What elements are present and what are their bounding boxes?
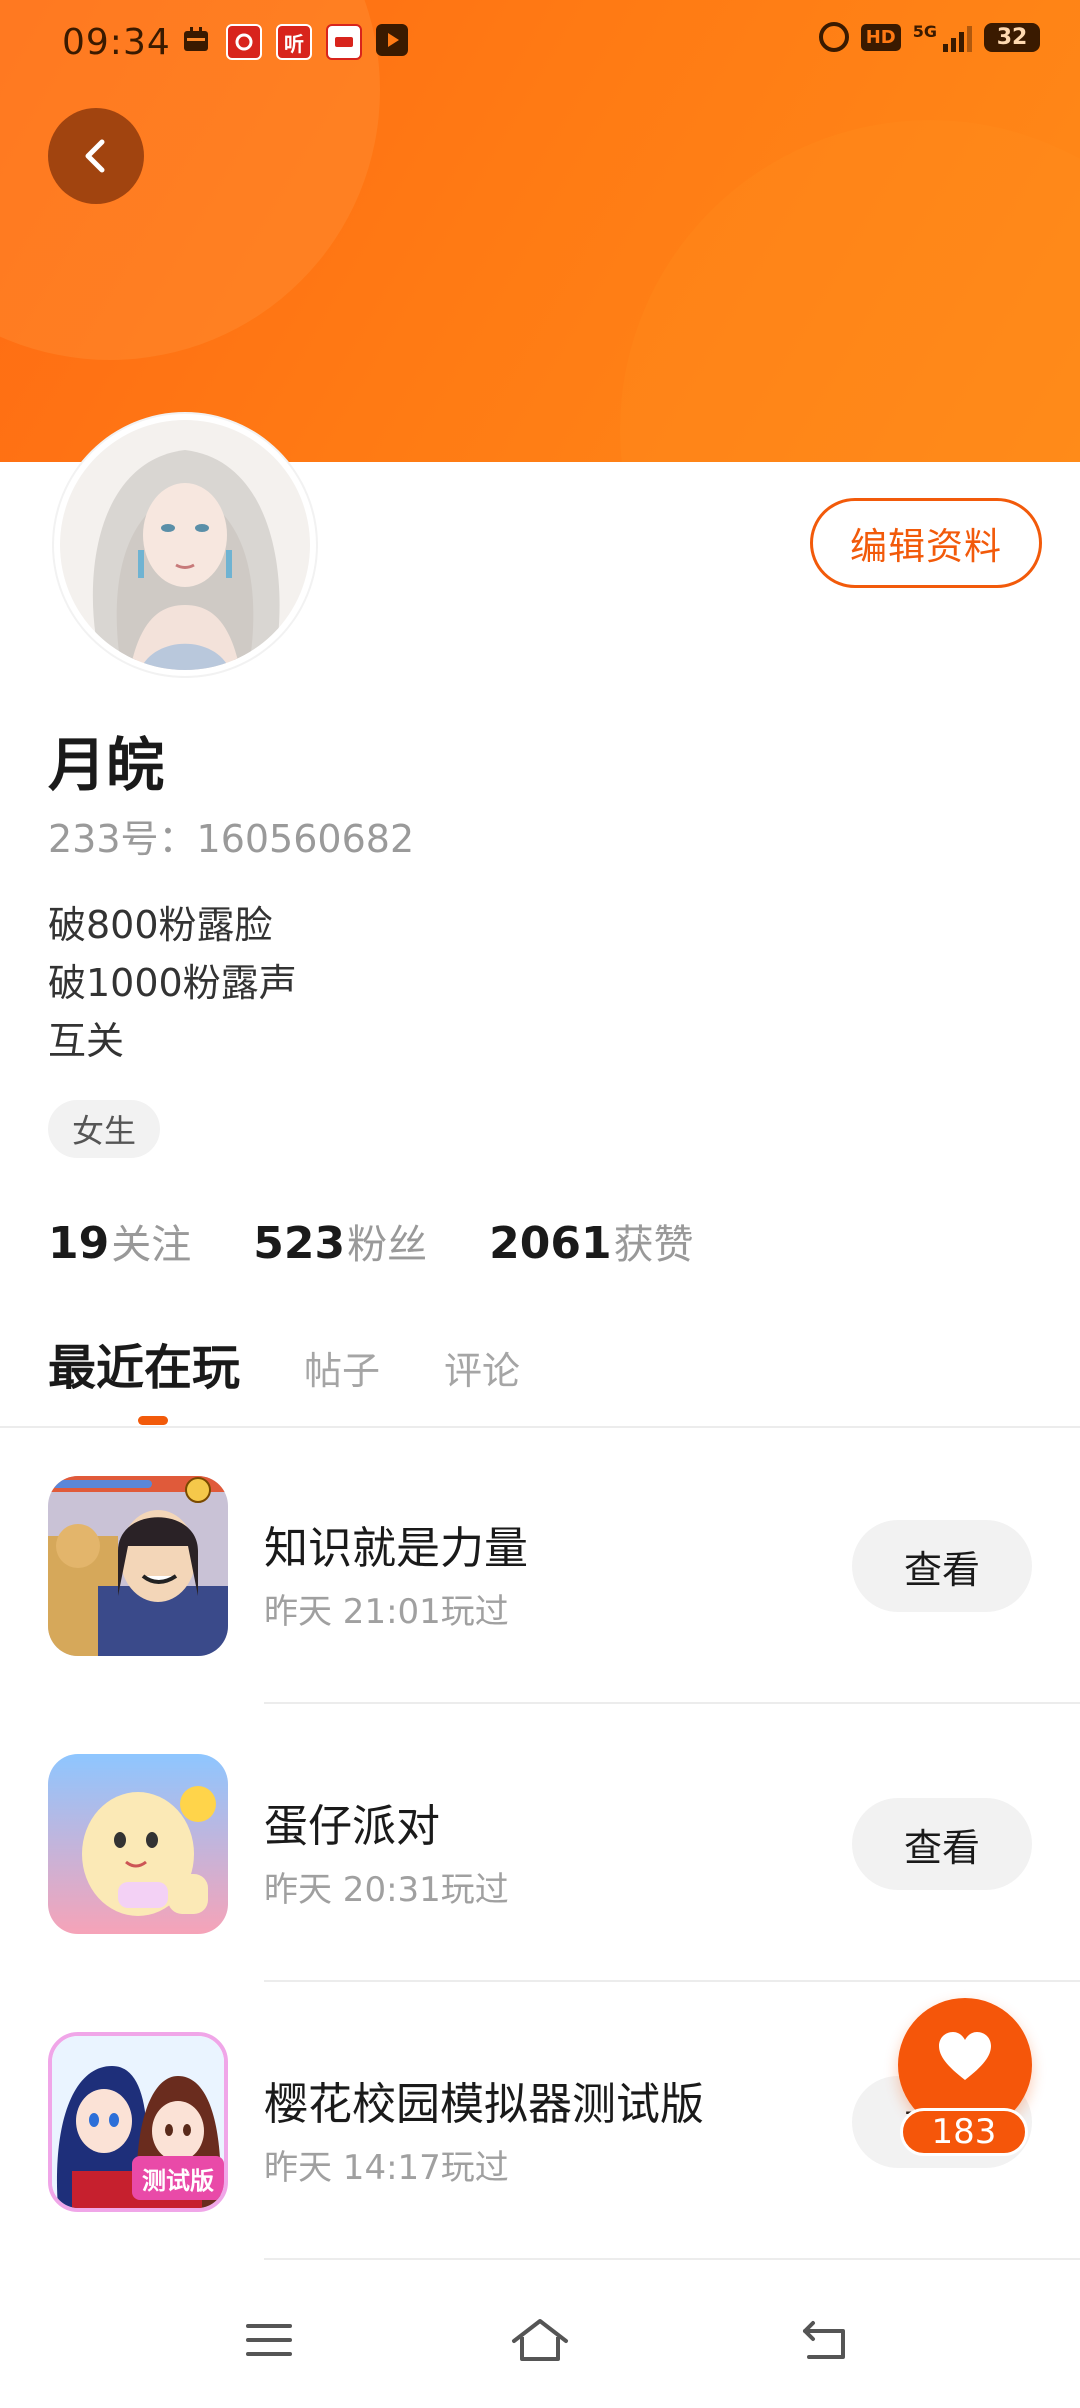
battery-icon: 32 xyxy=(984,22,1040,52)
game-last-played: 昨天 21:01玩过 xyxy=(264,1592,509,1632)
avatar[interactable] xyxy=(54,414,316,676)
profile-page: 09:34 听 HD 5G 32 编辑资料 月皖 233号：160560682 … xyxy=(0,0,1080,2408)
stat-likes[interactable]: 2061 获赞 xyxy=(489,1212,693,1270)
stat-label: 粉丝 xyxy=(347,1222,428,1268)
list-item[interactable]: 蛋仔派对 昨天 20:31玩过 查看 xyxy=(0,1754,1080,2032)
game-title: 蛋仔派对 xyxy=(264,1801,440,1852)
menu-button[interactable] xyxy=(234,2310,304,2370)
stat-label: 获赞 xyxy=(613,1222,694,1268)
menu-icon xyxy=(246,2324,292,2356)
bio-line: 破800粉露脸 xyxy=(48,903,273,947)
list-divider xyxy=(264,1702,1080,1704)
notification-icons: 听 xyxy=(180,24,408,60)
app-icon-38 xyxy=(226,24,262,60)
like-count: 183 xyxy=(900,2108,1028,2156)
tab-posts[interactable]: 帖子 xyxy=(304,1340,380,1395)
heart-icon xyxy=(939,2032,991,2080)
profile-stats: 19 关注 523 粉丝 2061 获赞 xyxy=(48,1212,694,1270)
tab-comments[interactable]: 评论 xyxy=(444,1340,520,1395)
back-button[interactable] xyxy=(48,108,144,204)
stat-following[interactable]: 19 关注 xyxy=(48,1212,191,1270)
stat-label: 关注 xyxy=(111,1222,192,1268)
tabs-divider xyxy=(0,1426,1080,1428)
view-button[interactable]: 查看 xyxy=(852,1798,1032,1890)
user-bio: 破800粉露脸 破1000粉露声 互关 xyxy=(48,896,297,1070)
home-button[interactable] xyxy=(505,2310,575,2370)
calendar-icon xyxy=(180,24,212,56)
stat-fans[interactable]: 523 粉丝 xyxy=(253,1212,427,1270)
app-icon-red xyxy=(326,24,362,60)
bio-line: 破1000粉露声 xyxy=(48,961,297,1005)
ting-label: 听 xyxy=(284,31,304,56)
stat-number: 2061 xyxy=(489,1218,612,1269)
beta-badge: 测试版 xyxy=(142,2166,214,2195)
list-divider xyxy=(264,2258,1080,2260)
game-title: 知识就是力量 xyxy=(264,1523,528,1574)
game-icon-sakura-school: 测试版 xyxy=(48,2032,228,2212)
status-right-icons: HD 5G 32 xyxy=(818,22,1040,52)
avatar-image xyxy=(60,420,310,670)
stat-number: 523 xyxy=(253,1218,346,1269)
system-navigation-bar xyxy=(0,2270,1080,2408)
stat-number: 19 xyxy=(48,1218,110,1269)
tab-active-indicator xyxy=(138,1416,168,1425)
status-bar: 09:34 听 HD 5G 32 xyxy=(0,0,1080,86)
back-nav-button[interactable] xyxy=(790,2310,860,2370)
5g-label: 5G xyxy=(912,22,937,41)
user-id: 233号：160560682 xyxy=(48,817,415,861)
ting-icon: 听 xyxy=(276,24,312,60)
chevron-left-icon xyxy=(85,139,105,173)
back-icon xyxy=(803,2321,845,2359)
edit-profile-button[interactable]: 编辑资料 xyxy=(810,498,1042,588)
header-decoration xyxy=(620,120,1080,462)
alarm-icon xyxy=(818,22,849,52)
game-last-played: 昨天 20:31玩过 xyxy=(264,1870,509,1910)
status-time: 09:34 xyxy=(62,22,171,63)
bio-line: 互关 xyxy=(48,1019,125,1063)
game-title: 樱花校园模拟器测试版 xyxy=(264,2079,704,2130)
gender-tag: 女生 xyxy=(48,1100,161,1158)
tab-recently-played[interactable]: 最近在玩 xyxy=(48,1328,240,1398)
view-button[interactable]: 查看 xyxy=(852,1520,1032,1612)
profile-tabs: 最近在玩 帖子 评论 xyxy=(48,1328,520,1398)
hd-icon: HD xyxy=(860,23,901,51)
signal-icon xyxy=(943,22,972,52)
list-divider xyxy=(264,1980,1080,1982)
game-last-played: 昨天 14:17玩过 xyxy=(264,2148,509,2188)
video-play-icon xyxy=(376,24,408,56)
list-item[interactable]: 知识就是力量 昨天 21:01玩过 查看 xyxy=(0,1476,1080,1754)
home-icon xyxy=(512,2319,568,2361)
game-icon-knowledge xyxy=(48,1476,228,1656)
user-name: 月皖 xyxy=(48,731,165,799)
game-icon-eggy-party xyxy=(48,1754,228,1934)
